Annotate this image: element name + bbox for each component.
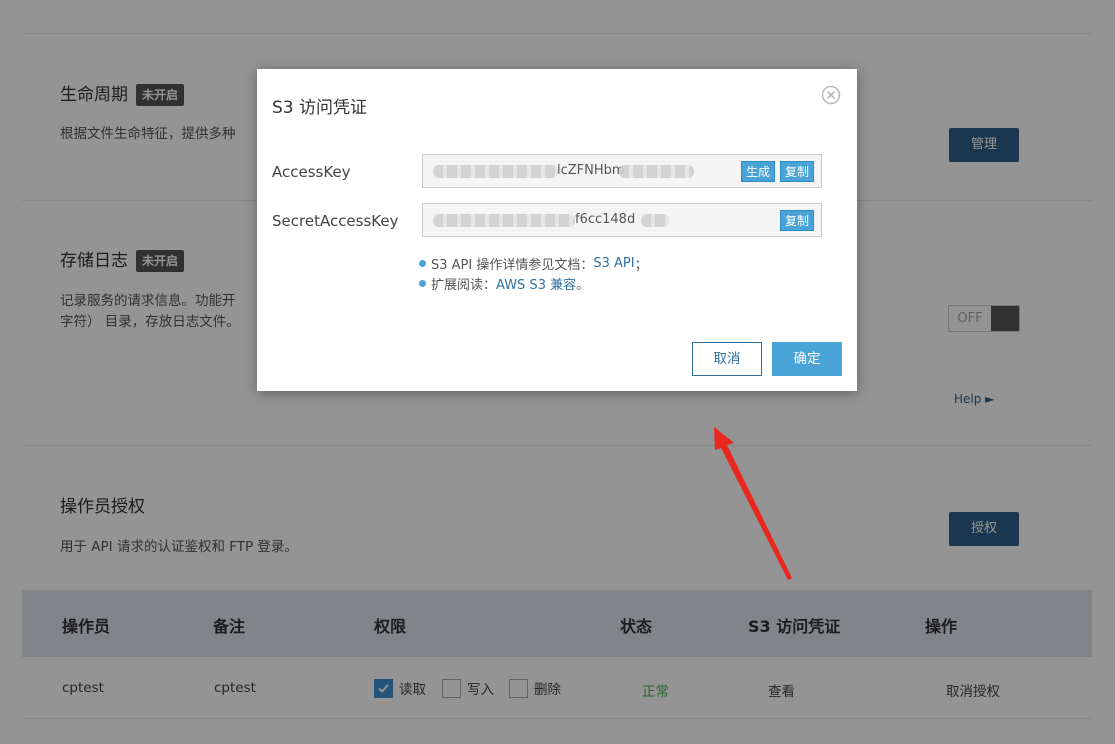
bullet-icon	[419, 280, 426, 287]
secret-key-label: SecretAccessKey	[272, 212, 399, 230]
masked-key-segment	[641, 214, 669, 227]
masked-key-segment	[433, 165, 558, 178]
aws-s3-compat-link[interactable]: AWS S3 兼容	[496, 274, 576, 293]
secret-key-field[interactable]: f6cc148d 复制	[422, 203, 822, 237]
generate-button[interactable]: 生成	[741, 161, 776, 182]
note1-suffix: ；	[634, 258, 648, 273]
note1-prefix: S3 API 操作详情参见文档：	[431, 258, 594, 273]
close-icon[interactable]	[821, 85, 841, 105]
note2-suffix: 。	[576, 278, 590, 293]
copy-access-key-button[interactable]: 复制	[780, 161, 815, 182]
red-arrow-annotation	[714, 427, 792, 580]
confirm-button[interactable]: 确定	[772, 342, 842, 376]
note2-prefix: 扩展阅读：	[431, 278, 497, 293]
secret-key-visible: f6cc148d	[575, 212, 636, 227]
note-s3-api: S3 API 操作详情参见文档： S3 API ；	[419, 254, 648, 273]
modal-title: S3 访问凭证	[272, 98, 368, 118]
s3-api-link[interactable]: S3 API	[593, 256, 634, 271]
masked-key-segment	[619, 165, 694, 178]
masked-key-segment	[433, 214, 575, 227]
access-key-visible: lcZFNHbm	[557, 163, 625, 178]
access-key-field[interactable]: lcZFNHbm 生成 复制	[422, 154, 822, 188]
copy-secret-key-button[interactable]: 复制	[780, 210, 815, 231]
bullet-icon	[419, 260, 426, 267]
s3-credential-modal: S3 访问凭证 AccessKey lcZFNHbm 生成 复制 SecretA…	[257, 69, 857, 391]
note-aws-s3: 扩展阅读： AWS S3 兼容 。	[419, 274, 589, 293]
access-key-label: AccessKey	[272, 163, 351, 181]
cancel-button[interactable]: 取消	[692, 342, 762, 376]
